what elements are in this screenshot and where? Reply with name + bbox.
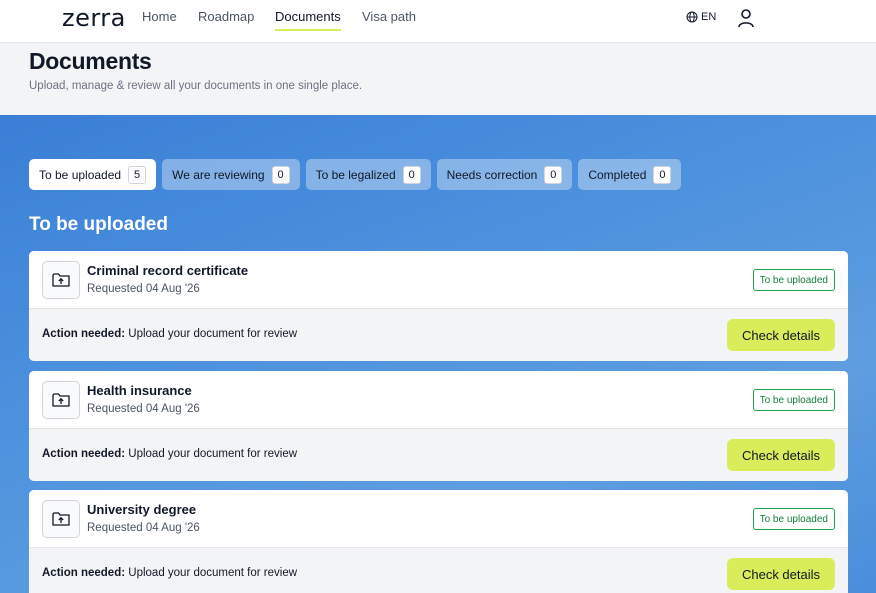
folder-upload-icon (42, 381, 80, 419)
document-requested-date: Requested 04 Aug '26 (87, 522, 200, 534)
check-details-button[interactable]: Check details (727, 319, 835, 351)
tab-count: 0 (402, 165, 421, 184)
status-badge: To be uploaded (752, 389, 835, 411)
document-title: Criminal record certificate (87, 263, 249, 278)
tab-to-be-uploaded[interactable]: To be uploaded 5 (29, 159, 157, 190)
globe-icon (686, 11, 698, 23)
folder-upload-icon (42, 500, 80, 538)
logo[interactable]: zerra (62, 4, 126, 32)
document-requested-date: Requested 04 Aug '26 (87, 283, 200, 295)
check-details-button[interactable]: Check details (727, 558, 835, 590)
document-card-footer: Action needed: Upload your document for … (29, 548, 848, 593)
document-card-header: Criminal record certificate Requested 04… (29, 251, 848, 309)
document-card-footer: Action needed: Upload your document for … (29, 429, 848, 481)
action-needed-label: Action needed: (42, 567, 126, 579)
page-header: Documents Upload, manage & review all yo… (0, 43, 876, 115)
page-title: Documents (29, 48, 152, 74)
language-label: EN (701, 11, 717, 23)
action-needed-label: Action needed: (42, 328, 126, 340)
tab-to-be-legalized[interactable]: To be legalized 0 (305, 159, 431, 190)
tab-label: To be legalized (315, 167, 396, 182)
tab-count: 5 (128, 165, 147, 184)
top-navigation: zerra Home Roadmap Documents Visa path E… (0, 0, 876, 43)
status-tabs: To be uploaded 5 We are reviewing 0 To b… (29, 159, 682, 190)
tab-count: 0 (544, 165, 563, 184)
action-needed-text: Action needed: Upload your document for … (42, 448, 297, 460)
document-card-header: Health insurance Requested 04 Aug '26 To… (29, 371, 848, 429)
tab-completed[interactable]: Completed 0 (578, 159, 682, 190)
nav-link-visa-path[interactable]: Visa path (362, 9, 416, 29)
page-subtitle: Upload, manage & review all your documen… (29, 80, 363, 92)
tab-count: 0 (271, 165, 290, 184)
document-card: Criminal record certificate Requested 04… (29, 251, 848, 361)
status-badge: To be uploaded (752, 508, 835, 530)
action-needed-description: Upload your document for review (128, 567, 298, 579)
user-icon[interactable] (737, 8, 755, 28)
documents-content: To be uploaded 5 We are reviewing 0 To b… (0, 115, 876, 593)
section-title: To be uploaded (29, 214, 168, 235)
action-needed-text: Action needed: Upload your document for … (42, 328, 297, 340)
tab-label: To be uploaded (39, 167, 122, 182)
action-needed-description: Upload your document for review (128, 448, 298, 460)
tab-label: Needs correction (446, 167, 538, 182)
tab-label: We are reviewing (172, 167, 265, 182)
folder-upload-icon (42, 261, 80, 299)
nav-link-home[interactable]: Home (142, 9, 177, 29)
tab-label: Completed (588, 167, 647, 182)
tab-needs-correction[interactable]: Needs correction 0 (436, 159, 573, 190)
action-needed-description: Upload your document for review (128, 328, 298, 340)
action-needed-text: Action needed: Upload your document for … (42, 567, 297, 579)
check-details-button[interactable]: Check details (727, 439, 835, 471)
document-title: Health insurance (87, 383, 192, 398)
tab-count: 0 (653, 165, 672, 184)
language-selector[interactable]: EN (686, 11, 716, 23)
document-card-header: University degree Requested 04 Aug '26 T… (29, 490, 848, 548)
action-needed-label: Action needed: (42, 448, 126, 460)
tab-we-are-reviewing[interactable]: We are reviewing 0 (162, 159, 300, 190)
nav-link-roadmap[interactable]: Roadmap (198, 9, 254, 29)
nav-link-documents[interactable]: Documents (275, 9, 341, 31)
document-requested-date: Requested 04 Aug '26 (87, 403, 200, 415)
document-card-footer: Action needed: Upload your document for … (29, 309, 848, 361)
document-card: University degree Requested 04 Aug '26 T… (29, 490, 848, 593)
status-badge: To be uploaded (752, 269, 835, 291)
document-title: University degree (87, 502, 197, 517)
document-card: Health insurance Requested 04 Aug '26 To… (29, 371, 848, 481)
